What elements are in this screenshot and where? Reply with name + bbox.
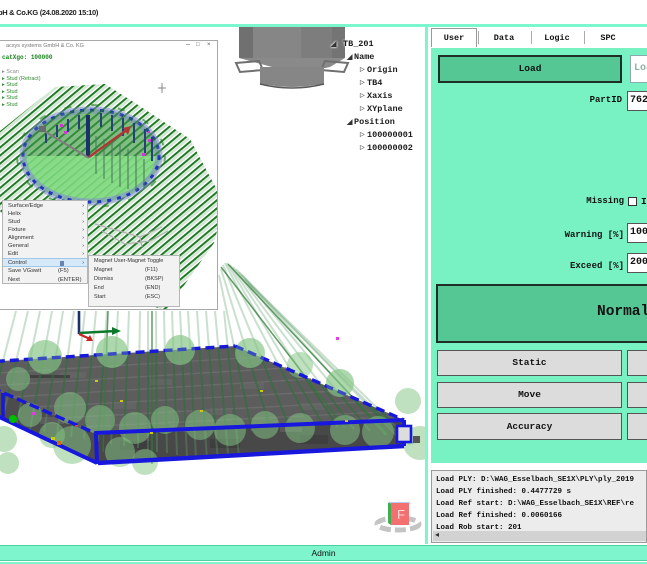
svg-text:F: F — [397, 507, 405, 522]
